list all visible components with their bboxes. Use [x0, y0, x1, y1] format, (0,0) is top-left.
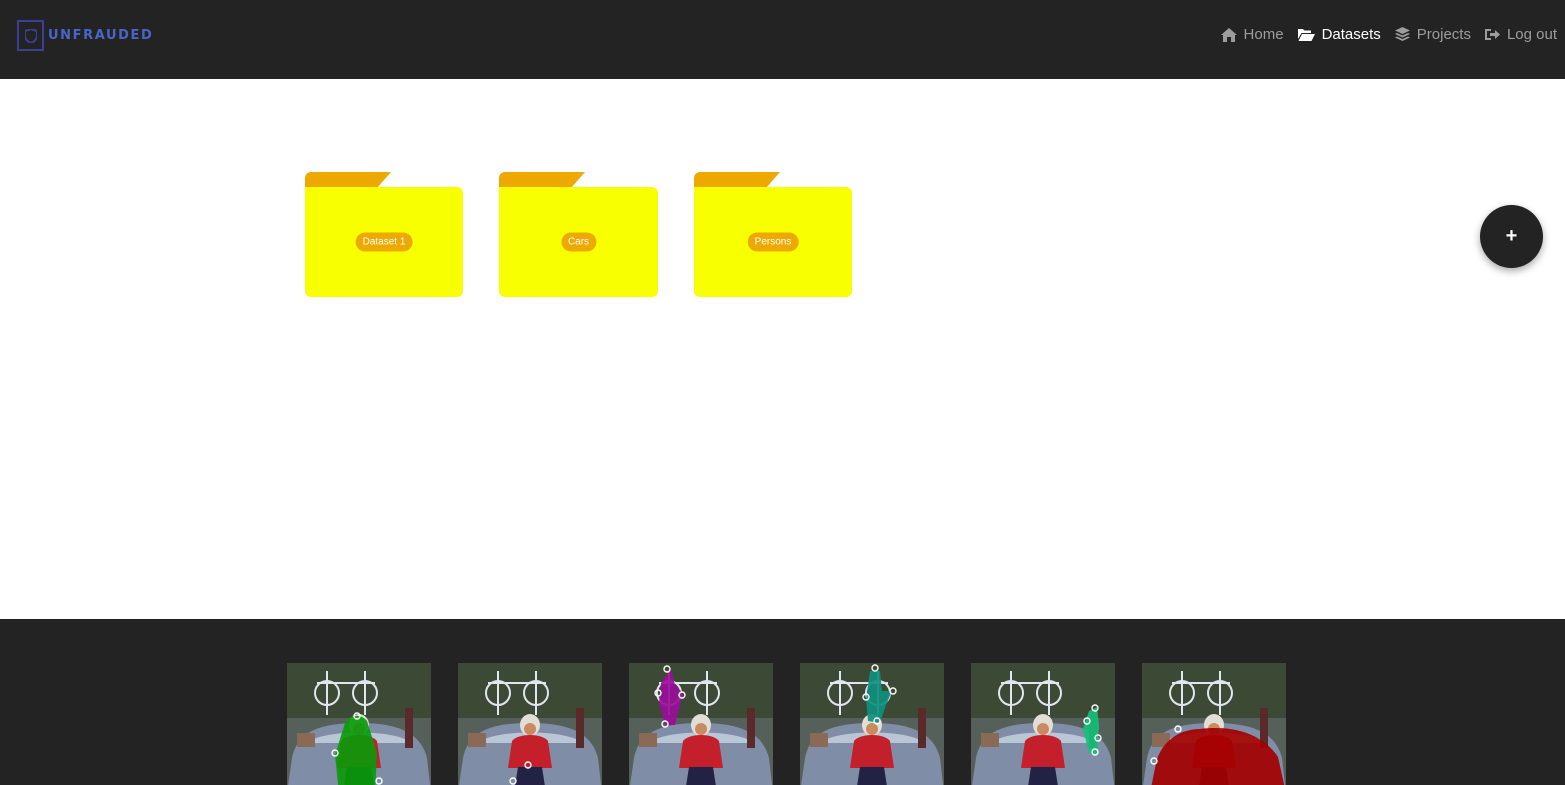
nav-logout[interactable]: Log out — [1484, 26, 1557, 43]
annotation-thumbnail[interactable] — [800, 663, 944, 785]
folder-dataset-1[interactable]: Dataset 1 — [305, 172, 463, 297]
folder-label: Dataset 1 — [355, 232, 413, 252]
cyclist-photo — [800, 663, 944, 785]
nav-logout-label: Log out — [1506, 26, 1557, 43]
cyclist-photo — [629, 663, 773, 785]
plus-icon: + — [1505, 225, 1518, 247]
annotation-thumbnail[interactable] — [971, 663, 1115, 785]
layers-icon — [1394, 27, 1410, 41]
logout-icon — [1484, 29, 1500, 40]
logo[interactable]: UNFRAUDED — [17, 20, 153, 51]
main-nav: Home Datasets Projects Log out — [1207, 26, 1557, 43]
cyclist-photo — [971, 663, 1115, 785]
nav-projects[interactable]: Projects — [1394, 26, 1471, 43]
nav-projects-label: Projects — [1416, 26, 1471, 43]
annotation-thumbnail[interactable] — [458, 663, 602, 785]
thumbnail-strip — [287, 663, 1313, 785]
nav-datasets[interactable]: Datasets — [1297, 26, 1381, 43]
dataset-folders: Dataset 1 Cars Persons — [305, 172, 888, 297]
footer — [0, 619, 1565, 785]
folder-cars[interactable]: Cars — [499, 172, 658, 297]
cyclist-photo — [1142, 663, 1286, 785]
cyclist-photo — [287, 663, 431, 785]
annotation-thumbnail[interactable] — [1142, 663, 1286, 785]
folder-label: Cars — [560, 232, 597, 252]
cyclist-photo — [458, 663, 602, 785]
folder-tab — [305, 172, 391, 188]
nav-home-label: Home — [1243, 26, 1284, 43]
folder-open-icon — [1297, 29, 1315, 41]
annotation-thumbnail[interactable] — [629, 663, 773, 785]
folder-label: Persons — [747, 232, 799, 252]
home-icon — [1220, 27, 1237, 42]
folder-tab — [694, 172, 780, 188]
folder-persons[interactable]: Persons — [694, 172, 852, 297]
annotation-thumbnail[interactable] — [287, 663, 431, 785]
logo-text: UNFRAUDED — [48, 28, 154, 43]
navbar: UNFRAUDED Home Datasets Projects Log out — [0, 0, 1565, 79]
add-dataset-button[interactable]: + — [1480, 205, 1543, 268]
nav-home[interactable]: Home — [1220, 26, 1284, 43]
shield-icon — [17, 20, 44, 51]
nav-datasets-label: Datasets — [1321, 26, 1381, 43]
folder-tab — [499, 172, 585, 188]
